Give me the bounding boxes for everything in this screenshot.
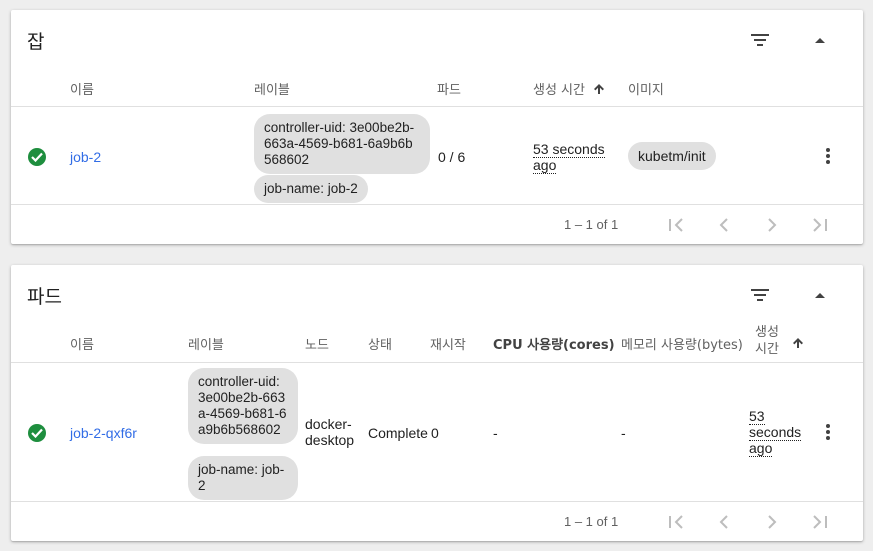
node-name: docker-desktop xyxy=(305,416,355,448)
last-page-icon[interactable] xyxy=(808,510,832,534)
created-time-text: 53 seconds ago xyxy=(749,408,802,457)
pod-name-link[interactable]: job-2-qxf6r xyxy=(70,425,137,441)
more-vert-icon[interactable] xyxy=(816,420,840,444)
col-header-cpu: CPU 사용량(cores) xyxy=(493,338,615,353)
chevron-right-icon[interactable] xyxy=(760,510,784,534)
col-header-images: 이미지 xyxy=(628,83,664,98)
check-circle-icon xyxy=(28,148,46,166)
first-page-icon[interactable] xyxy=(664,510,688,534)
label-chip-job-name: job-name: job-2 xyxy=(254,175,368,203)
header-divider xyxy=(11,106,863,107)
label-chip-job-name: job-name: job-2 xyxy=(188,456,298,500)
pagination-range: 1 – 1 of 1 xyxy=(564,514,619,529)
col-header-memory: 메모리 사용량(bytes) xyxy=(621,338,743,353)
filter-icon[interactable] xyxy=(748,28,772,52)
image-chip: kubetm/init xyxy=(628,142,716,170)
filter-icon[interactable] xyxy=(748,283,772,307)
first-page-icon[interactable] xyxy=(664,213,688,237)
col-header-name[interactable]: 이름 xyxy=(70,79,94,98)
col-header-created-label: 생성 시간 xyxy=(755,325,779,357)
last-page-icon[interactable] xyxy=(808,213,832,237)
col-header-pods: 파드 xyxy=(437,83,461,98)
jobs-title: 잡 xyxy=(27,31,45,53)
sort-arrow-upward-icon xyxy=(793,338,803,348)
col-header-node: 노드 xyxy=(305,338,329,353)
pods-card: 파드 이름 레이블 노드 상태 재시작 CPU 사용량(cores) 메모리 사… xyxy=(11,265,863,541)
created-time-text: 53 seconds ago xyxy=(533,141,605,174)
created-time: 53 seconds ago xyxy=(533,141,609,174)
chevron-left-icon[interactable] xyxy=(712,510,736,534)
header-divider xyxy=(11,362,863,363)
pod-status: Complete xyxy=(368,425,428,441)
label-chip-controller-uid: controller-uid: 3e00be2b-663a-4569-b681-… xyxy=(254,114,430,174)
col-header-restarts: 재시작 xyxy=(430,338,466,353)
created-time: 53 seconds ago xyxy=(749,408,809,457)
job-name-link[interactable]: job-2 xyxy=(70,149,101,165)
row-divider xyxy=(11,204,863,205)
pagination-range: 1 – 1 of 1 xyxy=(564,217,619,232)
pods-title: 파드 xyxy=(27,286,62,308)
check-circle-icon xyxy=(28,424,46,442)
pods-count: 0 / 6 xyxy=(438,149,466,165)
memory-usage: - xyxy=(621,425,626,441)
col-header-labels: 레이블 xyxy=(254,83,290,98)
col-header-labels: 레이블 xyxy=(188,338,224,353)
label-chip-controller-uid: controller-uid: 3e00be2b-663a-4569-b681-… xyxy=(188,368,298,444)
chevron-left-icon[interactable] xyxy=(712,213,736,237)
col-header-created[interactable]: 생성 시간 xyxy=(533,79,605,98)
cpu-usage: - xyxy=(493,425,498,441)
row-divider xyxy=(11,501,863,502)
jobs-card: 잡 이름 레이블 파드 생성 시간 이미지 job-2 controller-u… xyxy=(11,10,863,244)
col-header-status: 상태 xyxy=(368,338,392,353)
collapse-arrow-up-icon[interactable] xyxy=(808,283,832,307)
chevron-right-icon[interactable] xyxy=(760,213,784,237)
col-header-created-label: 생성 시간 xyxy=(533,83,585,98)
col-header-name[interactable]: 이름 xyxy=(70,334,94,353)
collapse-arrow-up-icon[interactable] xyxy=(808,28,832,52)
col-header-created[interactable]: 생성 시간 xyxy=(755,324,815,358)
sort-arrow-upward-icon xyxy=(594,84,605,94)
more-vert-icon[interactable] xyxy=(816,144,840,168)
restart-count: 0 xyxy=(431,425,439,441)
